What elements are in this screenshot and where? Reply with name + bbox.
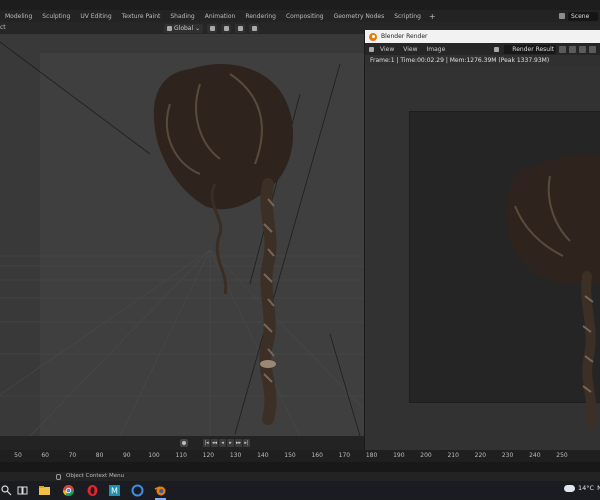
blender-icon[interactable] [154,484,167,500]
snap-icon[interactable] [221,23,232,33]
copy-icon[interactable] [569,45,577,53]
close-icon[interactable] [589,45,597,53]
floor-grid [0,249,364,436]
tab-sculpting[interactable]: Sculpting [37,13,75,20]
tab-rendering[interactable]: Rendering [240,13,281,20]
auto-keying-button[interactable] [180,439,188,447]
folder-icon[interactable] [579,45,587,53]
timeline-tick: 140 [257,452,269,459]
os-taskbar: M 14°C N [0,481,600,500]
tab-scripting[interactable]: Scripting [389,13,426,20]
tab-compositing[interactable]: Compositing [281,13,329,20]
timeline-tick: 240 [529,452,541,459]
tab-uv-editing[interactable]: UV Editing [75,13,116,20]
orientation-dropdown[interactable]: Global ⌄ [164,23,204,33]
scene-name-field[interactable]: Scene [568,11,598,21]
timeline-tick: 120 [202,452,215,459]
workspace-tabs-bar: Modeling Sculpting UV Editing Texture Pa… [0,10,600,22]
snap-options-icon[interactable] [235,23,246,33]
timeline-tick: 50 [14,452,22,459]
render-window-titlebar[interactable]: Blender Render [365,30,600,43]
prev-keyframe-icon[interactable]: ◂◂ [211,439,218,447]
app-icon[interactable]: M [108,484,121,497]
viewport-scene [0,41,364,436]
timeline-tick: 160 [311,452,323,459]
scene-selector: Scene [559,10,600,22]
play-controls: |◂ ◂◂ ◂ ▸ ▸▸ ▸| [203,439,250,447]
weather-widget[interactable]: 14°C N [564,484,600,492]
timeline-tick: 130 [229,452,242,459]
timeline-area[interactable] [0,462,600,472]
timeline-tick: 90 [122,452,131,459]
blender-logo-icon [369,32,377,41]
timeline-tick: 230 [501,452,514,459]
render-info-text: Frame:1 | Time:00:02.29 | Mem:1276.39M (… [370,57,550,64]
timeline-tick: 220 [474,452,487,459]
view-menu-2[interactable]: View [400,46,420,53]
proportional-edit-icon[interactable] [249,23,260,33]
timeline-tick: 210 [447,452,459,459]
timeline-tick: 60 [41,452,50,459]
edge-icon[interactable] [131,484,144,497]
transform-controls: Global ⌄ [164,23,260,33]
add-workspace-button[interactable]: + [426,12,439,21]
svg-text:M: M [111,487,118,496]
mouse-icon [56,474,61,480]
view-menu[interactable]: View [377,46,397,53]
timeline-tick: 150 [284,452,296,459]
play-icon[interactable]: ▸ [227,439,234,447]
shield-icon[interactable] [559,45,567,53]
image-editor-header: View View Image Render Result [365,43,600,55]
tab-texture-paint[interactable]: Texture Paint [117,13,166,20]
render-hair [506,154,600,426]
viewport-header-label[interactable]: ct [0,24,6,31]
tab-modeling[interactable]: Modeling [0,13,37,20]
timeline-tick: 180 [365,452,378,459]
task-view-icon[interactable] [16,484,29,497]
scene-icon[interactable] [559,13,565,19]
playback-bar: |◂ ◂◂ ◂ ▸ ▸▸ ▸| [0,436,364,450]
render-canvas[interactable] [365,66,600,456]
timeline-tick: 100 [148,452,160,459]
next-keyframe-icon[interactable]: ▸▸ [235,439,242,447]
chrome-icon[interactable] [62,484,75,497]
3d-viewport[interactable] [0,34,364,436]
image-browse-icon[interactable] [494,46,500,52]
timeline-ruler[interactable]: 50 60 70 80 90 100 110 120 130 140 150 160 170 180 190… [0,450,600,462]
timeline-tick: 200 [420,452,432,459]
timeline-tick: 250 [556,452,568,459]
status-text: Object Context Menu [66,473,125,479]
render-window-title: Blender Render [381,33,428,40]
hair-model [153,63,294,425]
chevron-down-icon: ⌄ [195,24,201,32]
cloud-icon [564,484,575,492]
image-menu[interactable]: Image [424,46,449,53]
file-explorer-icon[interactable] [38,484,51,497]
temperature-text: 14°C [578,484,595,492]
play-reverse-icon[interactable]: ◂ [219,439,226,447]
tab-shading[interactable]: Shading [165,13,199,20]
jump-end-icon[interactable]: ▸| [243,439,250,447]
timeline-tick: 110 [175,452,187,459]
jump-start-icon[interactable]: |◂ [203,439,210,447]
search-icon[interactable] [0,484,13,497]
timeline-tick: 70 [68,452,77,459]
pivot-point-icon[interactable] [207,23,218,33]
opera-icon[interactable] [86,484,99,497]
status-bar: Object Context Menu [0,472,600,481]
timeline-tick: 80 [95,452,104,459]
render-slot-field[interactable]: Render Result [504,44,557,54]
tab-animation[interactable]: Animation [200,13,241,20]
render-window: Blender Render View View Image Render Re… [364,30,600,456]
timeline-tick: 170 [338,452,351,459]
orientation-icon [167,25,172,31]
tab-geometry-nodes[interactable]: Geometry Nodes [329,13,390,20]
editor-type-icon[interactable] [369,46,374,52]
timeline-tick: 190 [393,452,405,459]
orientation-label: Global [174,24,194,32]
